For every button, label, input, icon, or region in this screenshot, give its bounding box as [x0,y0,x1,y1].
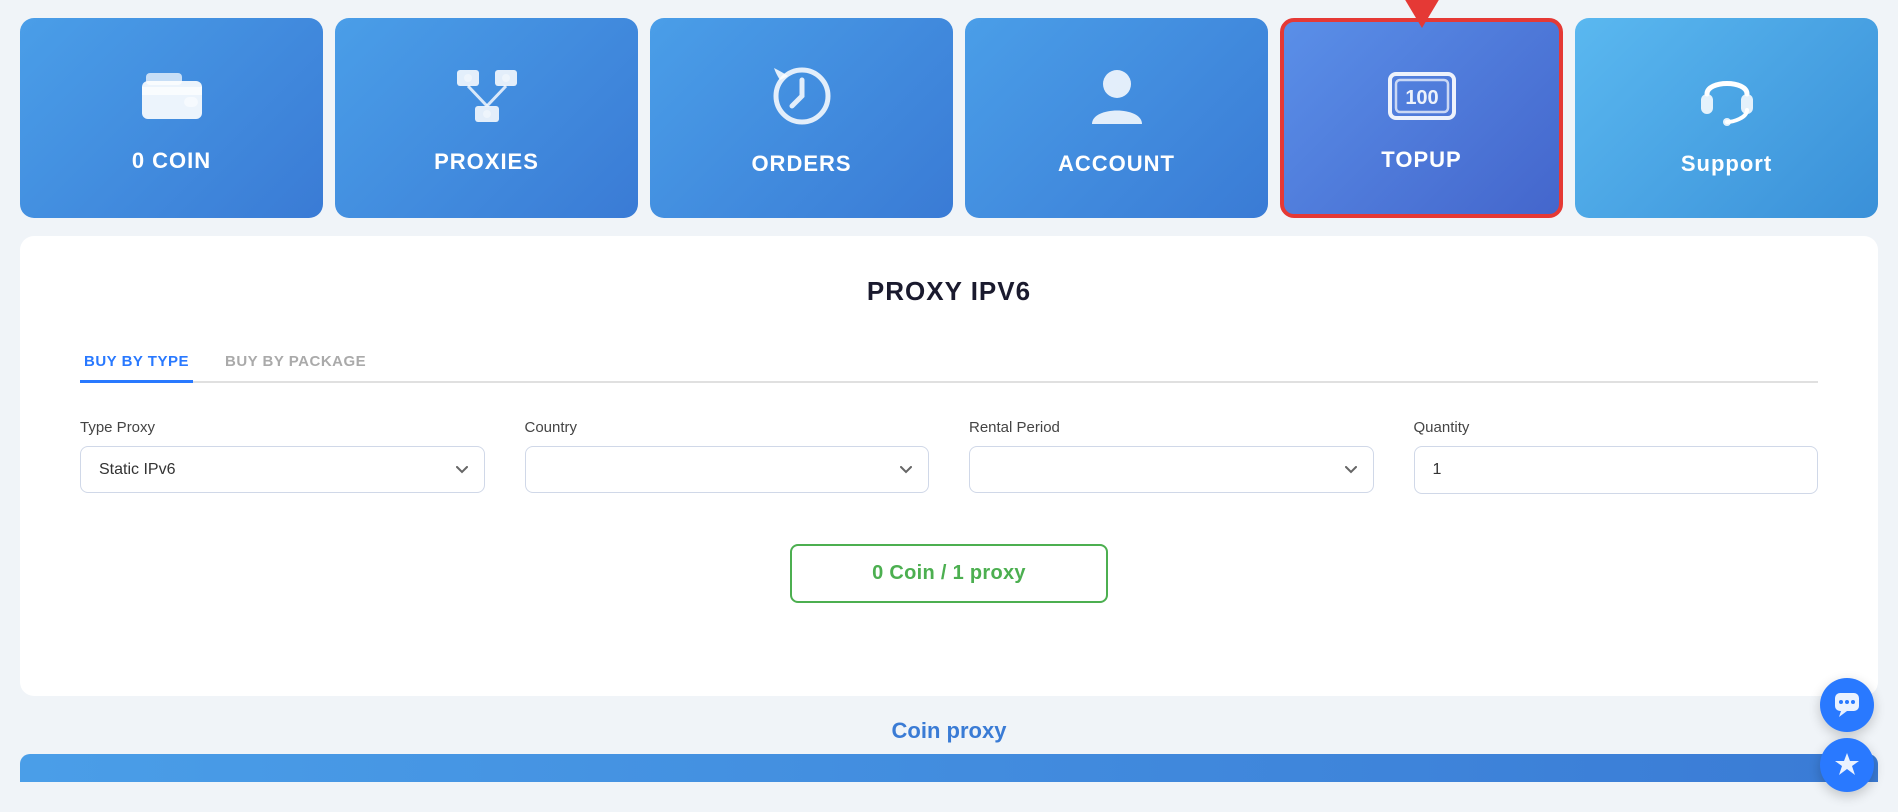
main-content: PROXY IPV6 BUY BY TYPE BUY BY PACKAGE Ty… [20,236,1878,696]
nav-tile-proxies[interactable]: PROXIES [335,18,638,218]
rental-period-select[interactable] [969,446,1374,493]
money-icon: 100 [1386,70,1458,131]
chat-bubble[interactable] [1820,678,1874,732]
rental-period-label: Rental Period [969,419,1374,436]
tab-buy-by-type[interactable]: BUY BY TYPE [80,343,193,383]
account-tile-label: ACCOUNT [1058,151,1175,177]
price-button[interactable]: 0 Coin / 1 proxy [790,544,1108,603]
headset-icon [1697,66,1757,135]
type-proxy-label: Type Proxy [80,419,485,436]
nav-tile-support[interactable]: Support [1575,18,1878,218]
country-select[interactable] [525,446,930,493]
tabs: BUY BY TYPE BUY BY PACKAGE [80,343,1818,383]
topup-tile-label: TOPUP [1381,147,1461,173]
coin-tile-label: 0 COIN [132,148,211,174]
country-label: Country [525,419,930,436]
form-row: Type Proxy Static IPv6 Dynamic IPv6 Rota… [80,419,1818,494]
svg-text:100: 100 [1405,87,1438,109]
quantity-group: Quantity [1414,419,1819,494]
nav-tile-orders[interactable]: ORDERS [650,18,953,218]
star-bubble[interactable] [1820,738,1874,792]
country-group: Country [525,419,930,494]
orders-tile-label: ORDERS [751,151,851,177]
nav-tile-coin[interactable]: 0 COIN [20,18,323,218]
wallet-icon [140,69,204,132]
proxy-icon [455,68,519,133]
proxies-tile-label: PROXIES [434,149,539,175]
type-proxy-group: Type Proxy Static IPv6 Dynamic IPv6 Rota… [80,419,485,494]
nav-tile-topup[interactable]: 100 TOPUP [1280,18,1563,218]
page-title: PROXY IPV6 [80,276,1818,307]
history-icon [772,66,832,135]
footer-bar [20,754,1878,782]
tab-buy-by-package[interactable]: BUY BY PACKAGE [221,343,370,383]
type-proxy-select[interactable]: Static IPv6 Dynamic IPv6 Rotating IPv6 [80,446,485,493]
bottom-label: Coin proxy [0,718,1898,744]
price-row: 0 Coin / 1 proxy [80,544,1818,603]
nav-tile-account[interactable]: ACCOUNT [965,18,1268,218]
support-tile-label: Support [1681,151,1772,177]
person-icon [1090,66,1144,135]
quantity-input[interactable] [1414,446,1819,494]
quantity-label: Quantity [1414,419,1819,436]
rental-period-group: Rental Period [969,419,1374,494]
top-nav: 0 COIN PROXIES ORDERS [0,0,1898,218]
